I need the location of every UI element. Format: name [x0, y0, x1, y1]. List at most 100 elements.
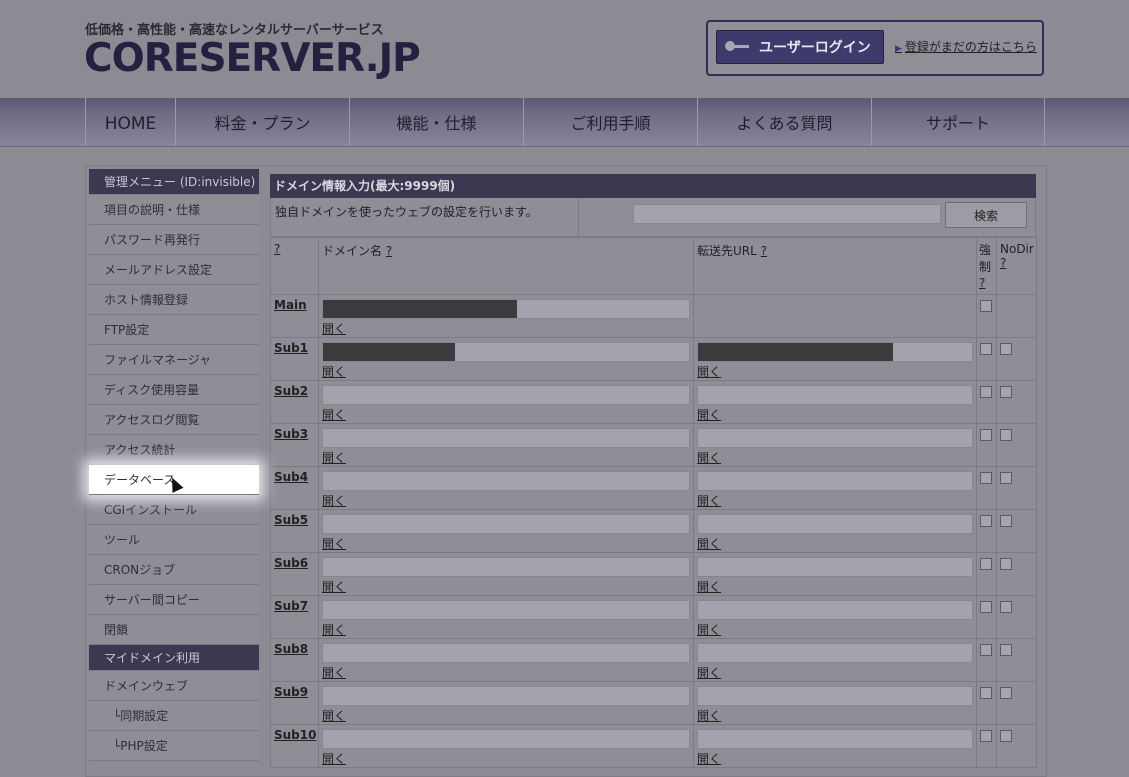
- domain-input[interactable]: [322, 342, 690, 362]
- domain-input[interactable]: [322, 557, 690, 577]
- sidebar-item[interactable]: ホスト情報登録: [89, 285, 259, 315]
- nodir-checkbox[interactable]: [1000, 515, 1012, 527]
- sidebar-item[interactable]: アクセスログ閲覧: [89, 405, 259, 435]
- force-checkbox[interactable]: [980, 515, 992, 527]
- open-link[interactable]: 開く: [322, 750, 690, 767]
- url-input[interactable]: [697, 600, 973, 620]
- nav-procedure[interactable]: ご利用手順: [523, 98, 697, 146]
- open-link[interactable]: 開く: [322, 406, 690, 423]
- nav-faq[interactable]: よくある質問: [697, 98, 871, 146]
- open-link[interactable]: 開く: [322, 578, 690, 595]
- open-link[interactable]: 開く: [322, 707, 690, 724]
- nodir-checkbox[interactable]: [1000, 472, 1012, 484]
- nodir-checkbox[interactable]: [1000, 730, 1012, 742]
- url-input[interactable]: [697, 471, 973, 491]
- sidebar-item[interactable]: ドメインウェブ: [89, 671, 259, 701]
- domain-input[interactable]: [322, 385, 690, 405]
- force-checkbox[interactable]: [980, 386, 992, 398]
- open-link[interactable]: 開く: [697, 535, 973, 552]
- help-link[interactable]: ?: [274, 242, 280, 256]
- url-input[interactable]: [697, 729, 973, 749]
- sidebar-item[interactable]: サーバー間コピー: [89, 585, 259, 615]
- domain-input[interactable]: [322, 643, 690, 663]
- url-input[interactable]: [697, 643, 973, 663]
- open-link[interactable]: 開く: [697, 363, 973, 380]
- url-input[interactable]: [697, 428, 973, 448]
- row-label-link[interactable]: Sub10: [271, 725, 318, 745]
- sidebar-item[interactable]: メールアドレス設定: [89, 255, 259, 285]
- row-label-link[interactable]: Sub5: [271, 510, 318, 530]
- sidebar-item[interactable]: アクセス統計: [89, 435, 259, 465]
- row-label-link[interactable]: Sub1: [271, 338, 318, 358]
- sidebar-item[interactable]: └同期設定: [89, 701, 259, 731]
- open-link[interactable]: 開く: [697, 621, 973, 638]
- open-link[interactable]: 開く: [322, 449, 690, 466]
- url-input[interactable]: [697, 557, 973, 577]
- search-button[interactable]: 検索: [945, 202, 1027, 228]
- url-input[interactable]: [697, 514, 973, 534]
- sidebar-item[interactable]: CGIインストール: [89, 495, 259, 525]
- nodir-checkbox[interactable]: [1000, 386, 1012, 398]
- sidebar-item[interactable]: ツール: [89, 525, 259, 555]
- sidebar-item[interactable]: CRONジョブ: [89, 555, 259, 585]
- sidebar-item[interactable]: └PHP設定: [89, 731, 259, 761]
- row-label-link[interactable]: Sub8: [271, 639, 318, 659]
- domain-input[interactable]: [322, 600, 690, 620]
- nav-support[interactable]: サポート: [871, 98, 1045, 146]
- open-link[interactable]: 開く: [322, 621, 690, 638]
- open-link[interactable]: 開く: [697, 707, 973, 724]
- open-link[interactable]: 開く: [322, 320, 690, 337]
- domain-input[interactable]: [322, 686, 690, 706]
- nodir-checkbox[interactable]: [1000, 343, 1012, 355]
- open-link[interactable]: 開く: [697, 578, 973, 595]
- open-link[interactable]: 開く: [697, 492, 973, 509]
- open-link[interactable]: 開く: [697, 750, 973, 767]
- sidebar-item[interactable]: FTP設定: [89, 315, 259, 345]
- nav-pricing[interactable]: 料金・プラン: [175, 98, 349, 146]
- open-link[interactable]: 開く: [697, 406, 973, 423]
- row-label-link[interactable]: Sub4: [271, 467, 318, 487]
- open-link[interactable]: 開く: [322, 492, 690, 509]
- force-checkbox[interactable]: [980, 601, 992, 613]
- force-checkbox[interactable]: [980, 300, 992, 312]
- url-input[interactable]: [697, 342, 973, 362]
- sidebar-item[interactable]: ファイルマネージャ: [89, 345, 259, 375]
- force-checkbox[interactable]: [980, 644, 992, 656]
- sidebar-item[interactable]: 閉鎖: [89, 615, 259, 645]
- open-link[interactable]: 開く: [697, 664, 973, 681]
- url-input[interactable]: [697, 686, 973, 706]
- register-link[interactable]: ▶ 登録がまだの方はこちら: [895, 38, 1037, 55]
- domain-help-link[interactable]: ?: [386, 244, 392, 258]
- open-link[interactable]: 開く: [322, 664, 690, 681]
- sidebar-item[interactable]: パスワード再発行: [89, 225, 259, 255]
- open-link[interactable]: 開く: [697, 449, 973, 466]
- force-help-link[interactable]: ?: [979, 276, 985, 290]
- sidebar-item[interactable]: データベース: [89, 465, 259, 495]
- row-label-link[interactable]: Sub9: [271, 682, 318, 702]
- force-checkbox[interactable]: [980, 429, 992, 441]
- url-input[interactable]: [697, 385, 973, 405]
- nodir-checkbox[interactable]: [1000, 558, 1012, 570]
- search-input[interactable]: [633, 204, 941, 224]
- row-label-link[interactable]: Main: [271, 295, 318, 315]
- domain-input[interactable]: [322, 471, 690, 491]
- force-checkbox[interactable]: [980, 687, 992, 699]
- nodir-checkbox[interactable]: [1000, 687, 1012, 699]
- nodir-help-link[interactable]: ?: [1000, 256, 1006, 270]
- user-login-button[interactable]: ユーザーログイン: [716, 30, 884, 64]
- force-checkbox[interactable]: [980, 558, 992, 570]
- nodir-checkbox[interactable]: [1000, 644, 1012, 656]
- force-checkbox[interactable]: [980, 472, 992, 484]
- force-checkbox[interactable]: [980, 343, 992, 355]
- nav-home[interactable]: HOME: [85, 98, 175, 146]
- domain-input[interactable]: [322, 729, 690, 749]
- row-label-link[interactable]: Sub3: [271, 424, 318, 444]
- open-link[interactable]: 開く: [322, 363, 690, 380]
- row-label-link[interactable]: Sub7: [271, 596, 318, 616]
- nodir-checkbox[interactable]: [1000, 601, 1012, 613]
- force-checkbox[interactable]: [980, 730, 992, 742]
- domain-input[interactable]: [322, 428, 690, 448]
- site-logo[interactable]: CORESERVER.JP: [84, 36, 421, 81]
- sidebar-item[interactable]: 項目の説明・仕様: [89, 195, 259, 225]
- domain-input[interactable]: [322, 514, 690, 534]
